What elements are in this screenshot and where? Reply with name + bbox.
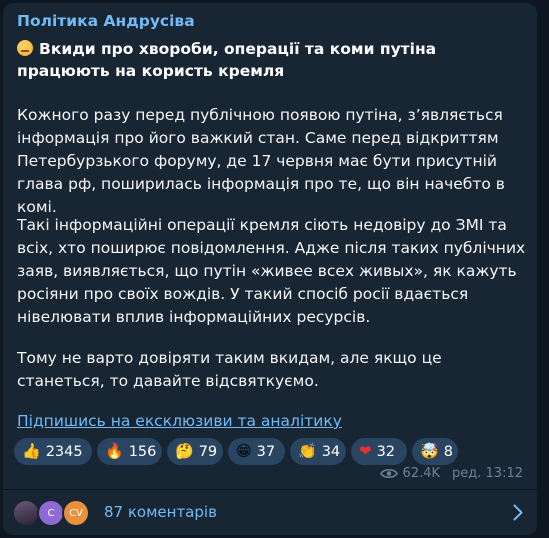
- reaction-grinning[interactable]: 😁 37: [228, 438, 285, 465]
- reaction-clapping[interactable]: 👏 34: [290, 438, 346, 465]
- reaction-count: 32: [376, 443, 396, 460]
- headline-text: Вкиди про хвороби, операції та коми путі…: [17, 40, 437, 80]
- reaction-exploding-head[interactable]: 🤯 8: [412, 438, 458, 465]
- reaction-fire[interactable]: 🔥 156: [97, 438, 162, 465]
- fire-icon: 🔥: [105, 442, 124, 460]
- message-bubble: Політика Андрусіва Вкиди про хвороби, оп…: [3, 3, 537, 535]
- paragraph-2: Такі інформаційні операції кремля сіють …: [17, 216, 526, 326]
- reaction-count: 34: [321, 443, 341, 460]
- reaction-heart[interactable]: ❤ 32: [351, 438, 407, 465]
- clapping-hands-icon: 👏: [298, 442, 317, 460]
- edited-time: ред. 13:12: [452, 466, 523, 481]
- exploding-head-icon: 🤯: [420, 442, 439, 460]
- reaction-thinking[interactable]: 🤔 79: [167, 438, 223, 465]
- grinning-face-icon: 😁: [236, 442, 252, 460]
- chevron-right-icon: [513, 504, 523, 521]
- avatar: CV: [62, 499, 90, 527]
- paragraph-1: Кожного разу перед публічною появою путі…: [17, 106, 505, 216]
- reaction-count: 156: [128, 443, 157, 460]
- subscribe-link[interactable]: Підпишись на ексклюзиви та аналітику: [17, 412, 342, 430]
- thumbs-up-icon: 👍: [22, 442, 41, 460]
- avatar: C: [37, 499, 65, 527]
- paragraph-3: Тому не варто довіряти таким вкидам, але…: [17, 349, 442, 390]
- avatar: [12, 499, 40, 527]
- views-count: 62.4K: [402, 466, 441, 481]
- message-meta: 62.4K ред. 13:12: [379, 466, 523, 481]
- post-headline: Вкиди про хвороби, операції та коми путі…: [17, 38, 527, 82]
- thinking-face-icon: 🤔: [175, 442, 194, 460]
- reaction-thumbs-up[interactable]: 👍 2345: [14, 438, 92, 465]
- reaction-count: 37: [256, 443, 276, 460]
- reaction-count: 2345: [45, 443, 83, 460]
- eye-icon: [379, 468, 398, 479]
- comments-count-label: 87 коментарів: [104, 503, 217, 521]
- reaction-count: 79: [198, 443, 218, 460]
- channel-name[interactable]: Політика Андрусіва: [17, 12, 195, 30]
- comments-button[interactable]: C CV 87 коментарів: [3, 490, 537, 535]
- red-heart-icon: ❤: [359, 442, 372, 460]
- face-emoji-icon: [17, 40, 33, 56]
- reaction-count: 8: [443, 443, 453, 460]
